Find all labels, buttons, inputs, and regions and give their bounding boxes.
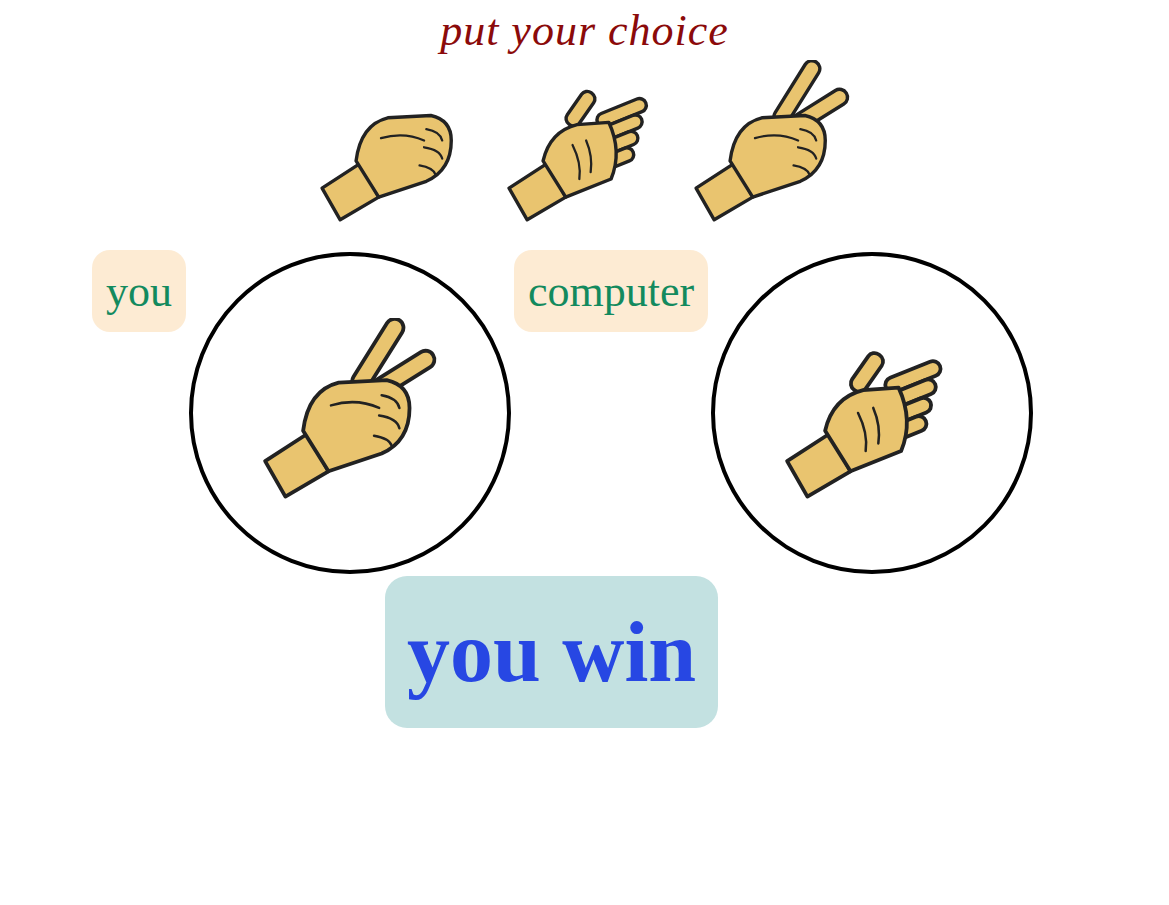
player-label: computer [514, 250, 708, 332]
paper-hand-icon[interactable] [500, 60, 670, 230]
paper-hand-icon [777, 318, 967, 508]
player-label: you [92, 250, 186, 332]
choice-row [0, 60, 1169, 230]
result-row: you win [0, 576, 1169, 728]
scissors-hand-icon[interactable] [687, 60, 857, 230]
rock-hand-icon[interactable] [313, 60, 483, 230]
result-banner: you win [385, 576, 718, 728]
pick-circle [189, 252, 511, 574]
pick-circle [711, 252, 1033, 574]
game-screen: put your choice you computer you win [0, 0, 1169, 905]
players-row: you computer [0, 250, 1169, 574]
scissors-hand-icon [255, 318, 445, 508]
title: put your choice [0, 0, 1169, 57]
